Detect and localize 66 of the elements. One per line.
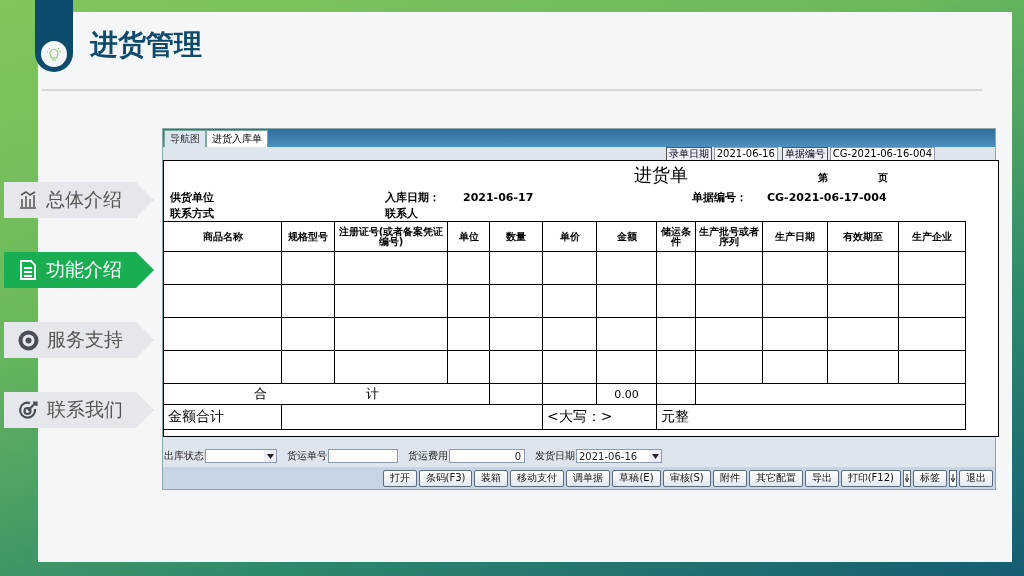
toolbar-button[interactable]: 附件 (712, 469, 747, 487)
caret-icon (651, 453, 659, 459)
currency-unit: 元整 (661, 408, 689, 424)
column-header: 储运条件 (656, 221, 696, 252)
toolbar-button[interactable]: 标签 (913, 469, 947, 487)
column-header: 商品名称 (163, 221, 282, 252)
column-header: 注册证号(或者备案凭证编号) (334, 221, 448, 252)
total-label: 计 (366, 385, 380, 403)
input-field[interactable]: 2021-06-16 (713, 147, 778, 161)
field-label: 单据编号 (781, 147, 828, 161)
column-header: 单位 (447, 221, 490, 252)
info-label: 单据编号： (692, 189, 748, 205)
input-field[interactable]: CG-2021-06-16-004 (829, 147, 935, 161)
info-value: CG-2021-06-17-004 (767, 190, 888, 204)
toolbar-button[interactable]: 条码(F3) (418, 469, 473, 487)
slide-title: 进货管理 (90, 28, 202, 61)
column-header: 生产批号或者序列 (695, 221, 763, 252)
target-icon (18, 329, 39, 351)
nav-item[interactable]: 服务支持 (4, 322, 154, 358)
field-label: 发货日期 (535, 449, 575, 463)
info-label: 联系方式 (170, 205, 215, 221)
tab[interactable]: 导航图 (164, 130, 206, 147)
column-header: 单价 (542, 221, 597, 252)
tab[interactable]: 进货入库单 (206, 130, 268, 147)
field-label: 出库状态 (164, 449, 204, 463)
caret-icon (266, 453, 274, 459)
info-value: 2021-06-17 (463, 190, 535, 204)
column-header: 数量 (489, 221, 543, 252)
toolbar-button[interactable]: 移动支付 (510, 469, 565, 487)
field-label: 货运单号 (287, 449, 327, 463)
dropdown-field[interactable] (205, 449, 277, 463)
toolbar-button[interactable]: 打印(F12) (840, 469, 901, 487)
column-header: 规格型号 (281, 221, 335, 252)
toolbar-button[interactable]: 装箱 (474, 469, 509, 487)
nav-item[interactable]: 总体介绍 (4, 182, 154, 218)
toolbar-button[interactable]: 导出 (804, 469, 839, 487)
column-header: 有效期至 (827, 221, 899, 252)
lightbulb-icon (46, 46, 62, 62)
info-label: 入库日期： (385, 189, 441, 205)
page-label: 页 (878, 171, 888, 185)
info-label: 供货单位 (170, 189, 215, 205)
field-label: 录单日期 (665, 147, 712, 161)
toolbar-button[interactable]: 打开 (382, 469, 417, 487)
form-title: 进货单 (634, 163, 689, 187)
toolbar-button[interactable]: 审核(S) (662, 469, 711, 487)
column-header: 生产日期 (762, 221, 828, 252)
toolbar-button[interactable]: 其它配置 (748, 469, 803, 487)
nav-item[interactable]: 联系我们 (4, 392, 154, 428)
toolbar-button[interactable]: 退出 (959, 469, 993, 487)
dropdown-field[interactable]: 2021-06-16 (576, 449, 662, 463)
column-header: 生产企业 (898, 221, 966, 252)
page-label: 第 (818, 171, 828, 185)
target-arrow-icon (18, 399, 39, 421)
column-header: 金额 (596, 221, 657, 252)
field-label: 货运费用 (408, 449, 448, 463)
input-field[interactable] (328, 449, 398, 463)
chart-icon (18, 190, 38, 210)
toolbar-button[interactable]: 草稿(E) (612, 469, 661, 487)
info-label: 联系人 (385, 205, 419, 221)
uppercase-label: <大写：> (547, 408, 613, 424)
summary-label: 金额合计 (168, 408, 224, 424)
input-field[interactable]: 0 (449, 449, 525, 463)
document-icon (18, 259, 38, 281)
total-label: 合 (253, 385, 267, 403)
amount-total: 0.00 (614, 387, 639, 401)
toolbar-button[interactable]: 调单据 (566, 469, 611, 487)
